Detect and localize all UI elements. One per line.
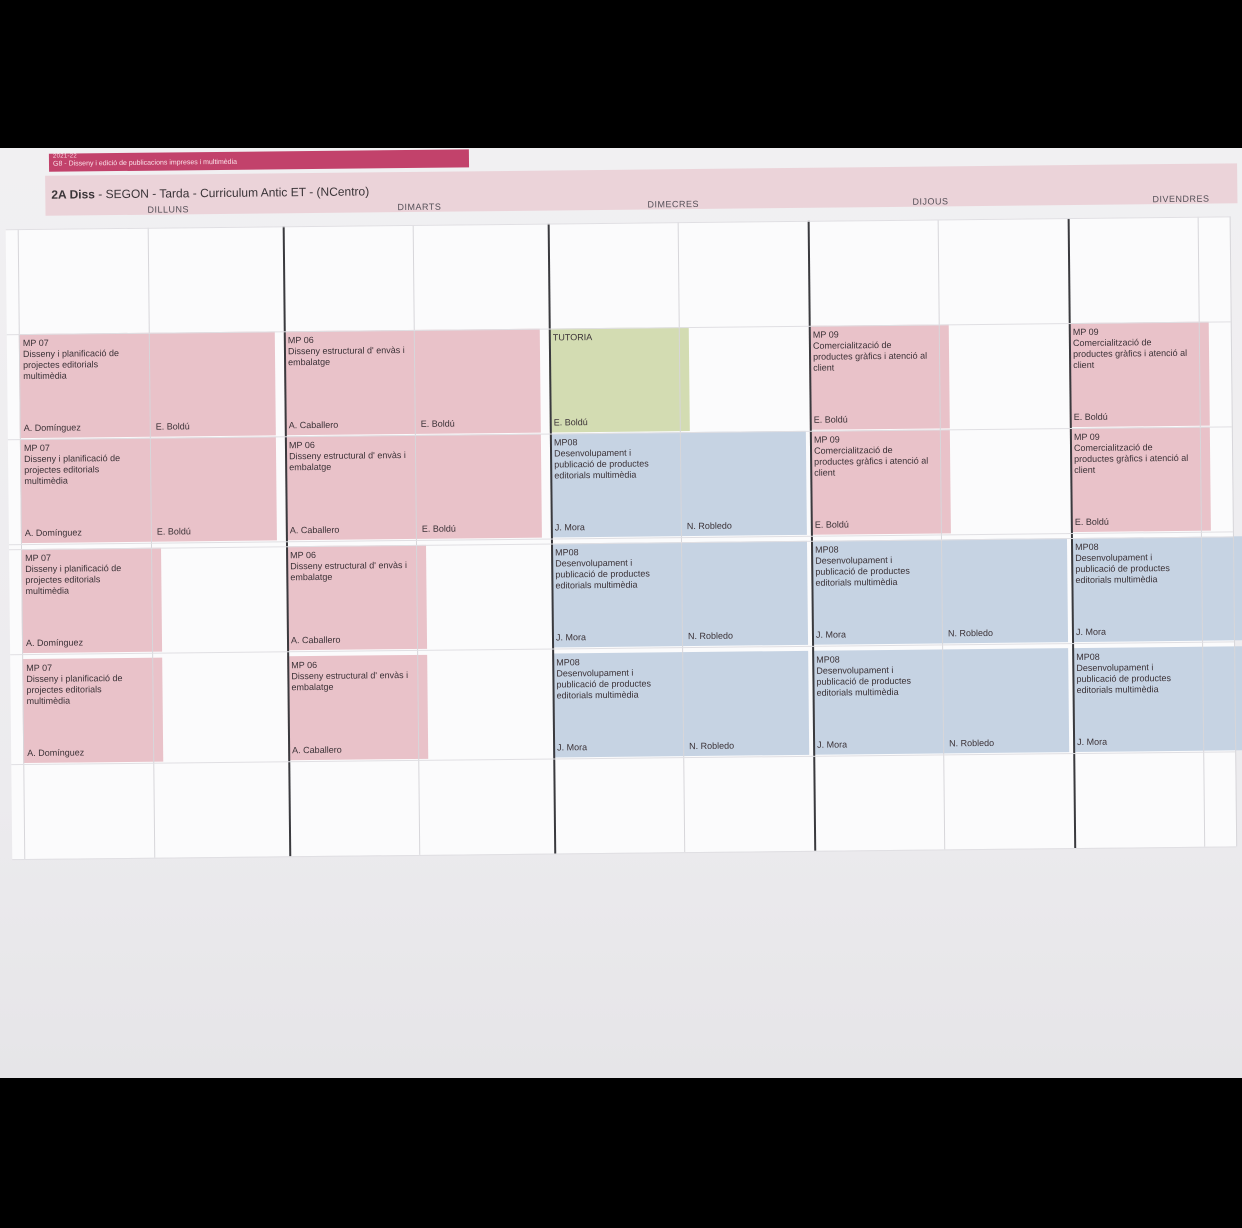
module-code: MP08	[555, 547, 579, 558]
module-code: MP08	[815, 544, 839, 555]
teacher-primary: J. Mora	[557, 742, 588, 753]
teacher-primary: A. Domínguez	[27, 747, 85, 759]
module-name: Comercialització de productes gràfics i …	[813, 444, 929, 478]
module-code: MP 07	[23, 442, 50, 454]
schedule-cell: MP08 Desenvolupament i publicació de prod…	[810, 538, 1069, 645]
module-name: Desenvolupament i publicació de producte…	[554, 447, 649, 481]
module-name: Disseny estructural d' envàs i embalatge	[289, 450, 406, 473]
module-name: Desenvolupament i publicació de producte…	[815, 554, 910, 588]
module-name: TUTORIA	[552, 332, 593, 343]
teacher-primary: J. Mora	[817, 739, 848, 750]
teacher-primary: A. Domínguez	[24, 527, 82, 539]
teacher-secondary: E. Boldú	[155, 421, 190, 432]
module-code: MP08	[556, 657, 580, 668]
schedule-cell: MP08 Desenvolupament i publicació de prod…	[552, 650, 810, 758]
printed-timetable-sheet: 2021-22 G8 - Disseny i edició de publica…	[0, 148, 1242, 1078]
teacher-primary: E. Boldú	[813, 414, 848, 425]
group-details: - SEGON - Tarda - Curriculum Antic ET - …	[94, 184, 370, 202]
module-code: MP08	[816, 654, 840, 665]
teacher-secondary: N. Robledo	[689, 740, 735, 752]
module-name: Comercialització de productes gràfics i …	[812, 339, 928, 373]
teacher-primary: E. Boldú	[553, 417, 588, 428]
teacher-secondary: E. Boldú	[420, 418, 455, 429]
module-name: Comercialització de productes gràfics i …	[1073, 442, 1189, 476]
teacher-primary: J. Mora	[554, 522, 585, 533]
day-header-thursday: DIJOUS	[912, 196, 949, 207]
module-name: Disseny i planificació de projectes edit…	[25, 563, 122, 597]
module-name: Desenvolupament i publicació de producte…	[1075, 552, 1170, 586]
module-name: Desenvolupament i publicació de producte…	[816, 664, 912, 698]
teacher-primary: E. Boldú	[814, 519, 849, 530]
module-code: MP 06	[288, 439, 315, 451]
teacher-primary: E. Boldú	[1073, 411, 1108, 423]
teacher-secondary: E. Boldú	[156, 526, 191, 537]
module-name: Disseny i planificació de projectes edit…	[26, 673, 123, 707]
module-code: MP08	[1076, 651, 1100, 663]
module-code: MP08	[1075, 541, 1099, 553]
module-name: Desenvolupament i publicació de producte…	[555, 557, 650, 591]
module-code: MP08	[553, 437, 578, 448]
day-header-monday: DILLUNS	[147, 204, 190, 215]
timetable: 2021-22 G8 - Disseny i edició de publica…	[0, 148, 1242, 864]
module-name: Disseny estructural d' envàs i embalatge	[290, 560, 408, 583]
schedule-cell: MP08 Desenvolupament i publicació de prod…	[550, 540, 809, 648]
teacher-primary: E. Boldú	[1074, 516, 1109, 528]
schedule-cell: MP08 Desenvolupament i publicació de prod…	[549, 430, 807, 538]
teacher-primary: A. Domínguez	[23, 422, 81, 434]
module-code: MP 06	[287, 334, 314, 346]
teacher-secondary: N. Robledo	[686, 520, 732, 532]
module-name: Disseny i planificació de projectes edit…	[24, 453, 121, 487]
teacher-primary: J. Mora	[1077, 736, 1108, 748]
teacher-secondary: N. Robledo	[949, 737, 995, 749]
teacher-secondary: E. Boldú	[421, 523, 456, 534]
teacher-primary: A. Caballero	[290, 634, 341, 646]
group-name: 2A Diss	[51, 187, 95, 202]
teacher-primary: J. Mora	[815, 629, 847, 640]
program-year: 2021-22	[52, 153, 78, 160]
program-strip: 2021-22 G8 - Disseny i edició de publica…	[48, 149, 470, 172]
module-name: Comercialització de productes gràfics i …	[1072, 337, 1188, 371]
teacher-primary: A. Caballero	[288, 419, 339, 431]
module-code: MP 07	[22, 337, 49, 349]
day-header-tuesday: DIMARTS	[397, 201, 442, 213]
module-name: Disseny estructural d' envàs i embalatge	[291, 670, 409, 693]
teacher-primary: J. Mora	[555, 632, 587, 643]
day-header-wednesday: DIMECRES	[647, 198, 700, 210]
teacher-secondary: N. Robledo	[687, 630, 734, 642]
module-name: Desenvolupament i publicació de producte…	[1076, 662, 1172, 696]
teacher-primary: A. Domínguez	[25, 637, 84, 649]
teacher-primary: A. Caballero	[292, 744, 342, 756]
teacher-secondary: N. Robledo	[947, 627, 994, 639]
module-name: Desenvolupament i publicació de producte…	[556, 667, 652, 701]
teacher-primary: J. Mora	[1075, 626, 1107, 638]
module-name: Disseny i planificació de projectes edit…	[22, 348, 120, 382]
day-header-friday: DIVENDRES	[1152, 193, 1210, 205]
teacher-primary: A. Caballero	[289, 524, 340, 536]
schedule-cell: MP08 Desenvolupament i publicació de prod…	[812, 648, 1070, 755]
module-name: Disseny estructural d' envàs i embalatge	[287, 345, 405, 368]
program-title: G8 - Disseny i edició de publicacions im…	[52, 158, 238, 168]
photo-background: 2021-22 G8 - Disseny i edició de publica…	[0, 0, 1242, 1228]
